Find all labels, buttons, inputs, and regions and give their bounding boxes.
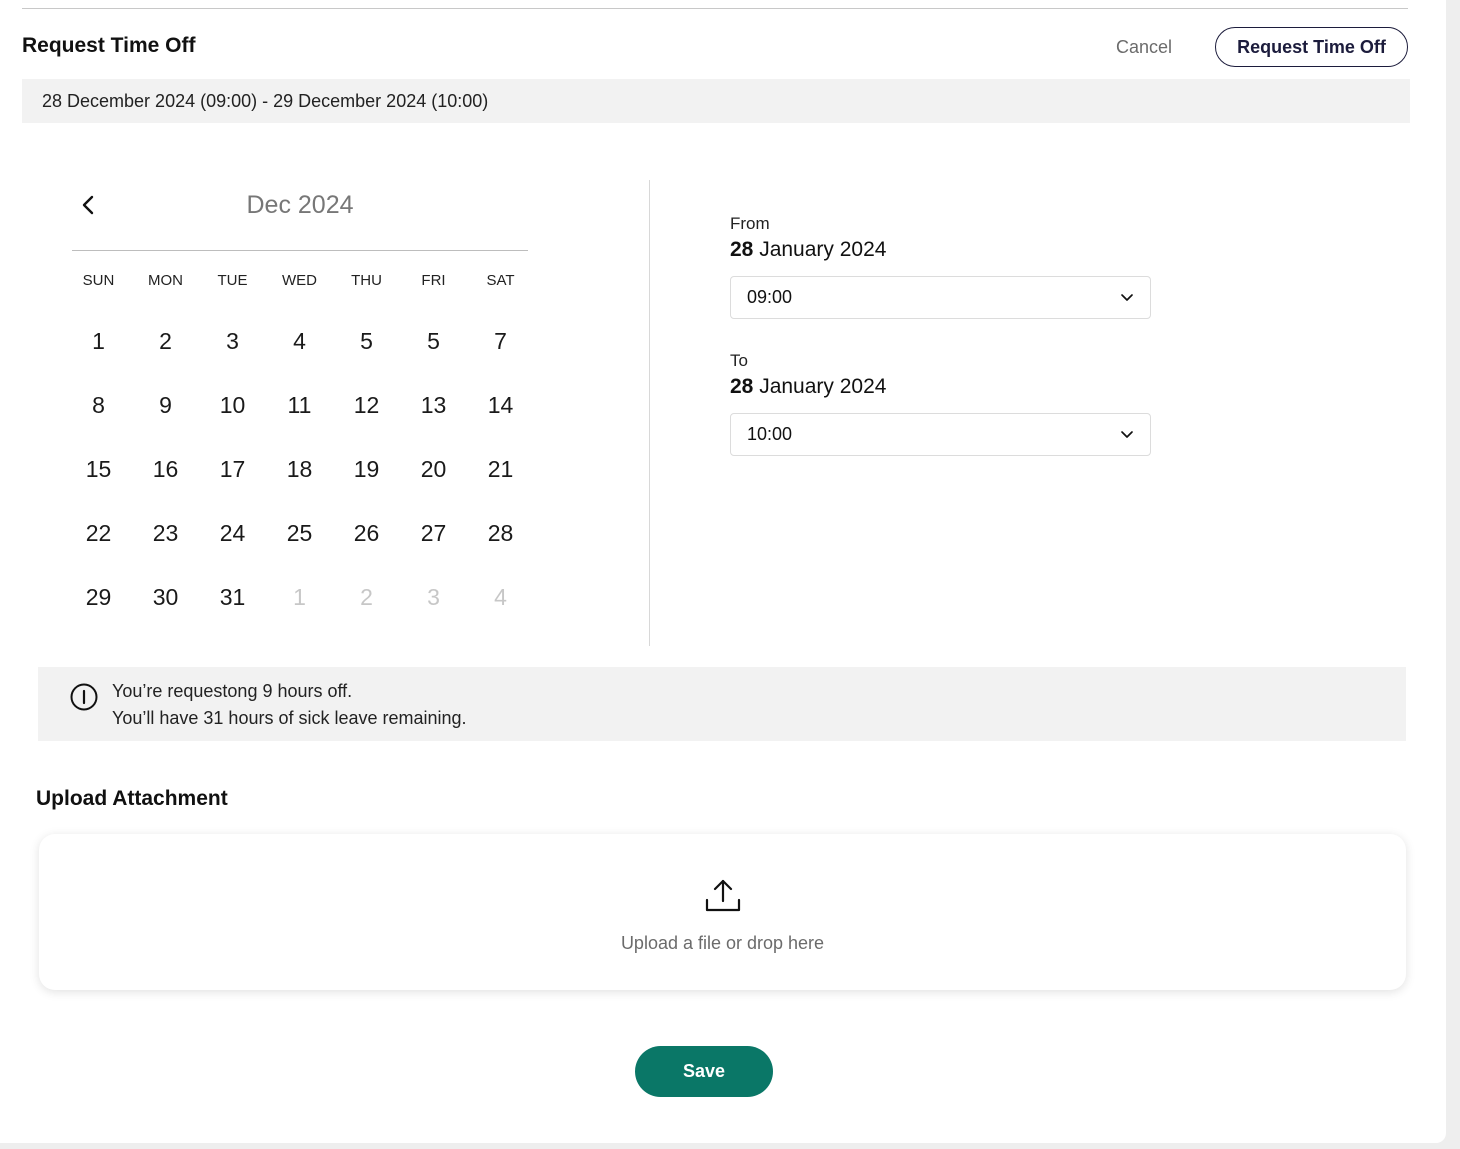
- calendar-weekday-header: SUN MON TUE WED THU FRI SAT: [65, 272, 534, 289]
- selected-range-text: 28 December 2024 (09:00) - 29 December 2…: [42, 90, 489, 111]
- calendar-day[interactable]: 9: [132, 387, 199, 451]
- calendar-day[interactable]: 31: [199, 579, 266, 643]
- calendar-day[interactable]: 26: [333, 515, 400, 579]
- request-time-off-panel: Request Time Off Cancel Request Time Off…: [0, 0, 1446, 1143]
- to-label: To: [730, 351, 748, 370]
- calendar-divider: [72, 250, 528, 251]
- calendar-days-grid: 1 2 3 4 5 5 7 8 9 10 11 12 13 14 15 16 17 18 19 20 21 22 23 24 2…: [65, 323, 534, 643]
- chevron-left-icon: [82, 195, 94, 215]
- hours-requested-text: You’re requestong 9 hours off.: [112, 681, 353, 701]
- calendar-day-next-month[interactable]: 3: [400, 579, 467, 643]
- info-icon: [70, 683, 98, 711]
- calendar-day[interactable]: 19: [333, 451, 400, 515]
- calendar-day[interactable]: 16: [132, 451, 199, 515]
- calendar-day[interactable]: 12: [333, 387, 400, 451]
- remaining-leave-text: You’ll have 31 hours of sick leave remai…: [112, 708, 467, 728]
- upload-section-title: Upload Attachment: [36, 787, 228, 810]
- calendar-day[interactable]: 10: [199, 387, 266, 451]
- top-divider: [22, 8, 1408, 9]
- calendar-day[interactable]: 24: [199, 515, 266, 579]
- calendar-day[interactable]: 20: [400, 451, 467, 515]
- save-button[interactable]: Save: [635, 1046, 773, 1097]
- chevron-down-icon: [1121, 430, 1133, 438]
- calendar-day-next-month[interactable]: 4: [467, 579, 534, 643]
- upload-icon: [705, 879, 741, 912]
- calendar-day-next-month[interactable]: 1: [266, 579, 333, 643]
- file-dropzone[interactable]: Upload a file or drop here: [39, 834, 1406, 990]
- calendar-day[interactable]: 18: [266, 451, 333, 515]
- request-time-off-button[interactable]: Request Time Off: [1215, 27, 1408, 67]
- calendar-day[interactable]: 2: [132, 323, 199, 387]
- weekday-label: SAT: [486, 272, 515, 289]
- to-date-month-year: January 2024: [759, 375, 887, 398]
- calendar-day[interactable]: 5: [400, 323, 467, 387]
- upload-prompt: Upload a file or drop here: [620, 933, 825, 953]
- calendar-day-next-month[interactable]: 2: [333, 579, 400, 643]
- to-time-value: 10:00: [747, 424, 793, 444]
- page-title: Request Time Off: [22, 34, 196, 57]
- calendar-day[interactable]: 7: [467, 323, 534, 387]
- calendar-day[interactable]: 28: [467, 515, 534, 579]
- weekday-label: THU: [351, 272, 382, 289]
- chevron-down-icon: [1121, 293, 1133, 301]
- weekday-label: MON: [148, 272, 183, 289]
- from-label: From: [730, 214, 770, 233]
- calendar-day[interactable]: 13: [400, 387, 467, 451]
- calendar-day[interactable]: 17: [199, 451, 266, 515]
- calendar-day[interactable]: 8: [65, 387, 132, 451]
- calendar-day[interactable]: 23: [132, 515, 199, 579]
- calendar-day[interactable]: 21: [467, 451, 534, 515]
- from-time-select[interactable]: 09:00: [730, 276, 1151, 319]
- calendar-day[interactable]: 22: [65, 515, 132, 579]
- calendar-day[interactable]: 11: [266, 387, 333, 451]
- leave-summary-notice: You’re requestong 9 hours off. You’ll ha…: [38, 667, 1406, 741]
- from-date-month-year: January 2024: [759, 238, 887, 261]
- selected-range-bar: 28 December 2024 (09:00) - 29 December 2…: [22, 79, 1410, 123]
- weekday-label: FRI: [421, 272, 446, 289]
- calendar-day[interactable]: 29: [65, 579, 132, 643]
- from-time-value: 09:00: [747, 287, 793, 307]
- calendar-day[interactable]: 15: [65, 451, 132, 515]
- to-date-day: 28: [730, 375, 754, 398]
- calendar-day[interactable]: 27: [400, 515, 467, 579]
- calendar-day[interactable]: 4: [266, 323, 333, 387]
- to-date: 28 January 2024: [730, 375, 886, 399]
- to-time-select[interactable]: 10:00: [730, 413, 1151, 456]
- from-date-day: 28: [730, 238, 754, 261]
- weekday-label: TUE: [217, 272, 248, 289]
- calendar-day[interactable]: 25: [266, 515, 333, 579]
- calendar-day[interactable]: 30: [132, 579, 199, 643]
- calendar-day[interactable]: 14: [467, 387, 534, 451]
- weekday-label: SUN: [82, 272, 115, 289]
- calendar-month-label: Dec 2024: [246, 191, 354, 219]
- cancel-button[interactable]: Cancel: [1116, 37, 1172, 58]
- weekday-label: WED: [282, 272, 317, 289]
- calendar-day[interactable]: 3: [199, 323, 266, 387]
- vertical-divider: [649, 180, 650, 646]
- prev-month-button[interactable]: [76, 190, 100, 220]
- calendar-day[interactable]: 1: [65, 323, 132, 387]
- from-date: 28 January 2024: [730, 238, 886, 262]
- calendar-day[interactable]: 5: [333, 323, 400, 387]
